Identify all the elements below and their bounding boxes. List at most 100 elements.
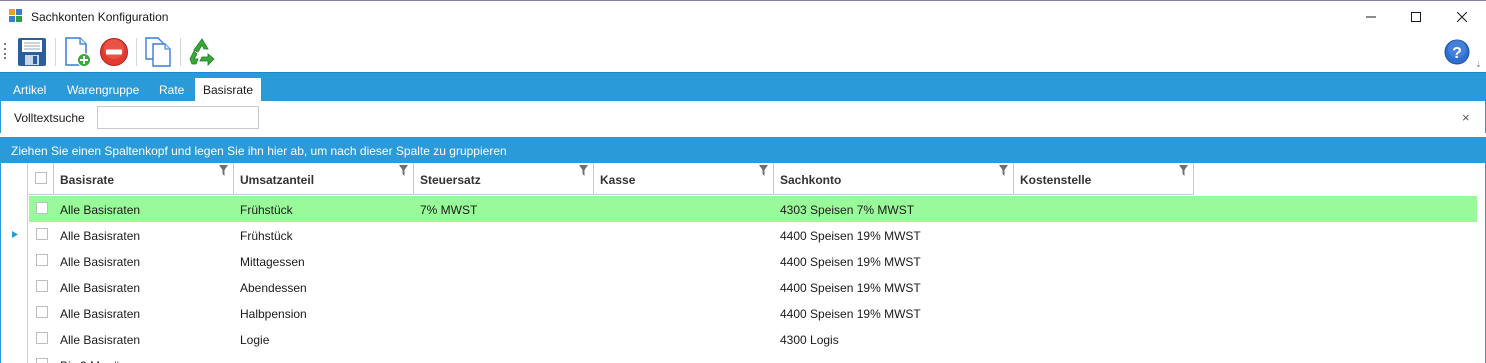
column-label: Steuersatz [420, 173, 481, 187]
cell-kasse[interactable] [594, 326, 774, 352]
refresh-button[interactable] [185, 35, 219, 69]
column-header-kasse[interactable]: Kasse [594, 163, 774, 195]
row-checkbox[interactable] [36, 202, 48, 214]
cell-umsatzanteil[interactable] [234, 352, 414, 363]
tab-rate[interactable]: Rate [151, 78, 192, 102]
cell-kasse[interactable] [594, 300, 774, 326]
cell-sachkonto[interactable]: 4400 Speisen 19% MWST [774, 300, 1014, 326]
filter-icon[interactable] [999, 165, 1008, 176]
column-header-umsatzanteil[interactable]: Umsatzanteil [234, 163, 414, 195]
filter-icon[interactable] [399, 165, 408, 176]
close-button[interactable] [1439, 1, 1485, 32]
column-header-basisrate[interactable]: Basisrate [54, 163, 234, 195]
row-checkbox[interactable] [36, 254, 48, 266]
cell-sachkonto[interactable]: 4400 Speisen 19% MWST [774, 274, 1014, 300]
cell-sachkonto[interactable]: 4300 Logis [774, 326, 1014, 352]
column-header-sachkonto[interactable]: Sachkonto [774, 163, 1014, 195]
current-row-indicator-icon [12, 231, 18, 238]
column-label: Kostenstelle [1020, 173, 1092, 187]
cell-steuersatz[interactable] [414, 222, 594, 248]
column-label: Basisrate [60, 173, 115, 187]
column-header-kostenstelle[interactable]: Kostenstelle [1014, 163, 1194, 195]
cell-umsatzanteil[interactable]: Logie [234, 326, 414, 352]
cell-kostenstelle[interactable] [1014, 222, 1194, 248]
toolbar: ? ⇣ [0, 32, 1486, 72]
column-label: Umsatzanteil [240, 173, 315, 187]
cell-kostenstelle[interactable] [1014, 326, 1194, 352]
select-all-checkbox[interactable] [35, 172, 47, 184]
help-icon[interactable]: ? [1444, 39, 1470, 65]
minimize-button[interactable] [1348, 1, 1394, 32]
cell-sachkonto[interactable]: 4400 Speisen 19% MWST [774, 248, 1014, 274]
clear-search-icon[interactable]: × [1462, 110, 1470, 125]
cell-basisrate[interactable]: Alle Basisraten [54, 300, 234, 326]
cell-umsatzanteil[interactable]: Frühstück [234, 196, 414, 222]
table-row[interactable]: Alle Basisraten Logie 4300 Logis [29, 326, 1477, 352]
new-button[interactable] [60, 35, 94, 69]
column-header-steuersatz[interactable]: Steuersatz [414, 163, 594, 195]
cell-umsatzanteil[interactable]: Mittagessen [234, 248, 414, 274]
table-row[interactable]: Alle Basisraten Mittagessen 4400 Speisen… [29, 248, 1477, 274]
table-row[interactable]: Alle Basisraten Abendessen 4400 Speisen … [29, 274, 1477, 300]
tab-artikel[interactable]: Artikel [5, 78, 54, 102]
cell-umsatzanteil[interactable]: Frühstück [234, 222, 414, 248]
maximize-icon [1411, 11, 1421, 22]
cell-sachkonto[interactable]: 4400 Speisen 19% MWST [774, 222, 1014, 248]
maximize-button[interactable] [1393, 1, 1439, 32]
search-input[interactable] [97, 106, 259, 129]
filter-icon[interactable] [759, 165, 768, 176]
cell-umsatzanteil[interactable]: Abendessen [234, 274, 414, 300]
cell-sachkonto[interactable]: 4303 Speisen 7% MWST [774, 196, 1014, 222]
column-label: Kasse [600, 173, 636, 187]
filter-icon[interactable] [579, 165, 588, 176]
save-button[interactable] [15, 35, 49, 69]
cell-steuersatz[interactable] [414, 326, 594, 352]
toolbar-grip-icon[interactable] [4, 43, 7, 59]
cell-steuersatz[interactable] [414, 352, 594, 363]
cell-basisrate[interactable]: Alle Basisraten [54, 248, 234, 274]
row-checkbox[interactable] [36, 332, 48, 344]
delete-button[interactable] [97, 35, 131, 69]
table-row[interactable]: Alle Basisraten Frühstück 4400 Speisen 1… [29, 222, 1477, 248]
filter-icon[interactable] [219, 165, 228, 176]
cell-basisrate[interactable]: Alle Basisraten [54, 222, 234, 248]
cell-steuersatz[interactable] [414, 300, 594, 326]
cell-steuersatz[interactable] [414, 248, 594, 274]
cell-kostenstelle[interactable] [1014, 274, 1194, 300]
cell-kostenstelle[interactable] [1014, 248, 1194, 274]
cell-basisrate[interactable]: Alle Basisraten [54, 326, 234, 352]
row-checkbox[interactable] [36, 358, 48, 363]
table-row[interactable]: Alle Basisraten Halbpension 4400 Speisen… [29, 300, 1477, 326]
cell-steuersatz[interactable]: 7% MWST [414, 196, 594, 222]
cell-kostenstelle[interactable] [1014, 352, 1194, 363]
cell-umsatzanteil[interactable]: Halbpension [234, 300, 414, 326]
cell-kostenstelle[interactable] [1014, 300, 1194, 326]
cell-kasse[interactable] [594, 196, 774, 222]
close-icon [1457, 11, 1467, 22]
cell-kasse[interactable] [594, 352, 774, 363]
filter-icon[interactable] [1179, 165, 1188, 176]
tab-basisrate[interactable]: Basisrate [195, 78, 262, 102]
cell-kasse[interactable] [594, 274, 774, 300]
cell-basisrate[interactable]: Alle Basisraten [54, 274, 234, 300]
row-checkbox[interactable] [36, 280, 48, 292]
tab-warengruppe[interactable]: Warengruppe [59, 78, 147, 102]
cell-kasse[interactable] [594, 248, 774, 274]
cell-basisrate[interactable]: Alle Basisraten [54, 196, 234, 222]
row-checkbox[interactable] [36, 228, 48, 240]
minimize-icon [1366, 16, 1376, 17]
tab-bar: Artikel Warengruppe Rate Basisrate [0, 72, 1486, 102]
table-row[interactable]: Bis 2 Menü [29, 352, 1477, 363]
copy-button[interactable] [141, 35, 175, 69]
cell-basisrate[interactable]: Bis 2 Menü [54, 352, 234, 363]
toolbar-overflow-icon[interactable]: ⇣ [1475, 60, 1482, 69]
row-checkbox[interactable] [36, 306, 48, 318]
window-title: Sachkonten Konfiguration [31, 10, 169, 24]
cell-kasse[interactable] [594, 222, 774, 248]
cell-kostenstelle[interactable] [1014, 196, 1194, 222]
cell-steuersatz[interactable] [414, 274, 594, 300]
row-indicator-column [1, 163, 28, 363]
table-row[interactable]: Alle Basisraten Frühstück 7% MWST 4303 S… [29, 196, 1477, 222]
group-panel[interactable]: Ziehen Sie einen Spaltenkopf und legen S… [0, 137, 1486, 163]
cell-sachkonto[interactable] [774, 352, 1014, 363]
